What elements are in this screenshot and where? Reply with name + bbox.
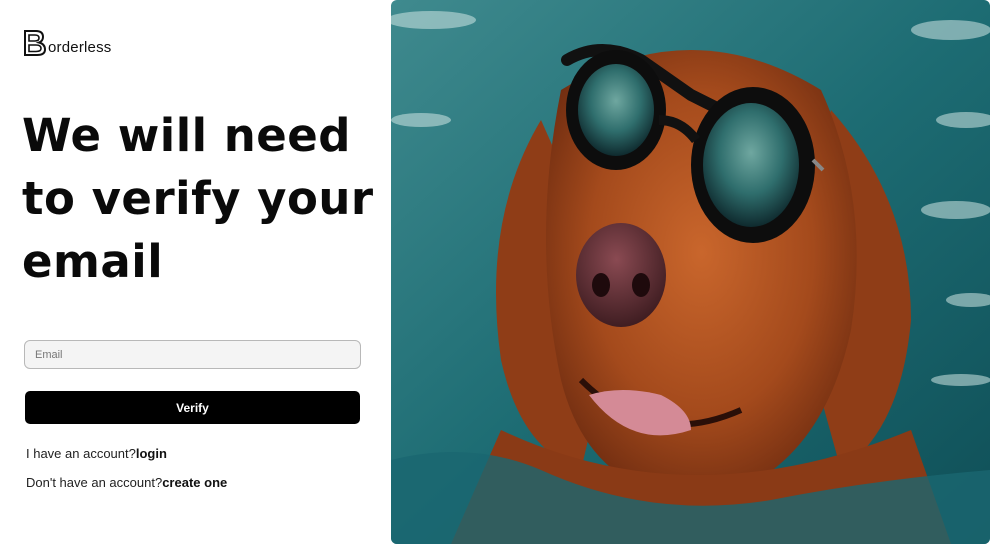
signup-prompt-row: Don't have an account?create one bbox=[26, 475, 227, 490]
login-prompt-text: I have an account? bbox=[26, 446, 136, 461]
login-link[interactable]: login bbox=[136, 446, 167, 461]
brand-logo[interactable]: orderless bbox=[23, 29, 112, 57]
hero-image bbox=[391, 0, 990, 544]
create-account-link[interactable]: create one bbox=[162, 475, 227, 490]
dog-with-sunglasses-image bbox=[391, 0, 990, 544]
auth-panel: orderless We will need to verify your em… bbox=[0, 0, 391, 544]
signup-prompt-text: Don't have an account? bbox=[26, 475, 163, 490]
email-field[interactable] bbox=[24, 340, 361, 369]
page-title: We will need to verify your email bbox=[22, 109, 374, 288]
login-prompt-row: I have an account?login bbox=[26, 446, 167, 461]
logo-b-icon bbox=[24, 30, 47, 56]
brand-name: orderless bbox=[48, 39, 112, 56]
verify-button[interactable]: Verify bbox=[25, 391, 360, 424]
